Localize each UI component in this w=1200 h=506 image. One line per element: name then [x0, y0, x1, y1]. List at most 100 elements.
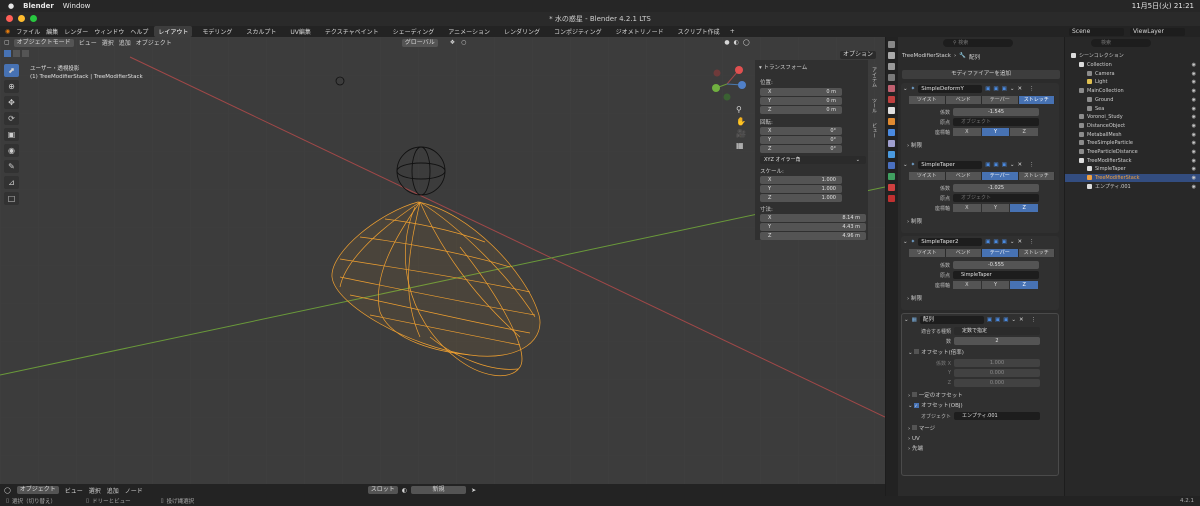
- menu-file[interactable]: ファイル: [16, 27, 40, 36]
- mode-stretch[interactable]: ストレッチ: [1018, 249, 1055, 257]
- scene-selector[interactable]: Scene: [1069, 27, 1124, 36]
- origin-field[interactable]: オブジェクト: [953, 118, 1039, 126]
- viewport-toggle-icon[interactable]: ▣: [995, 317, 1000, 323]
- object-tab-icon[interactable]: [888, 118, 895, 125]
- scale-y-field[interactable]: Y 1.000: [760, 185, 842, 193]
- modifier-menu-icon[interactable]: ⌄: [1010, 162, 1015, 168]
- measure-tool-icon[interactable]: ⊿: [4, 176, 19, 189]
- constraint-tab-icon[interactable]: [888, 162, 895, 169]
- editor-type-icon[interactable]: ▢: [4, 39, 10, 46]
- zoom-icon[interactable]: ⚲: [736, 105, 746, 114]
- viewport-toggle-icon[interactable]: ▣: [993, 239, 998, 245]
- add-modifier-button[interactable]: モディファイアーを追加: [902, 70, 1060, 79]
- mode-twist[interactable]: ツイスト: [909, 249, 946, 257]
- bottom-mode-selector[interactable]: オブジェクト: [16, 486, 59, 494]
- axis-x[interactable]: X: [953, 128, 982, 136]
- visibility-eye-icon[interactable]: ◉: [1192, 61, 1196, 69]
- menu-view[interactable]: ビュー: [79, 38, 97, 47]
- data-tab-icon[interactable]: [888, 173, 895, 180]
- mode-bend[interactable]: ベンド: [945, 96, 982, 104]
- axis-x[interactable]: X: [953, 204, 982, 212]
- material-sphere-icon[interactable]: ◐: [402, 487, 407, 494]
- texture-tab-icon[interactable]: [888, 195, 895, 202]
- drag-handle-icon[interactable]: ⋮: [1029, 239, 1035, 245]
- viewlayer-selector[interactable]: ViewLayer: [1130, 27, 1185, 36]
- restrictions-subpanel[interactable]: › 制限: [901, 294, 1059, 304]
- editor-type-icon-bottom[interactable]: ◯: [4, 487, 11, 494]
- outliner-row[interactable]: SimpleTaper ◉: [1065, 165, 1200, 173]
- visibility-eye-icon[interactable]: ◉: [1192, 139, 1196, 147]
- outliner-row[interactable]: Light ◉: [1065, 78, 1200, 86]
- outliner-row[interactable]: DistanceObject ◉: [1065, 122, 1200, 130]
- rotation-mode-select[interactable]: XYZ オイラー角 ⌄: [760, 156, 866, 164]
- modifier-header[interactable]: ⌄ ✦ SimpleDeformY ▣ ▣ ▣ ⌄ ✕ ⋮: [901, 83, 1059, 94]
- axis-z[interactable]: Z: [1010, 204, 1040, 212]
- annotate-tool-icon[interactable]: ✎: [4, 160, 19, 173]
- location-z-field[interactable]: Z0 m: [760, 106, 842, 114]
- view-layer-tab-icon[interactable]: [888, 74, 895, 81]
- object-offset-checkbox[interactable]: ✓: [914, 403, 920, 408]
- chevron-down-icon[interactable]: ⌄: [903, 239, 908, 245]
- minimize-window-icon[interactable]: [18, 15, 25, 22]
- location-y-field[interactable]: Y0 m: [760, 97, 842, 105]
- relative-factor-y-field[interactable]: 0.000: [954, 369, 1040, 377]
- mode-selector[interactable]: オブジェクトモード: [13, 38, 74, 47]
- select-mode-extend-icon[interactable]: [13, 50, 20, 57]
- tab-layout[interactable]: レイアウト: [154, 26, 193, 37]
- scale-x-field[interactable]: X 1.000: [760, 176, 842, 184]
- object-offset-subpanel[interactable]: ⌄ ✓ オフセット(OBJ): [902, 401, 1058, 411]
- ortho-grid-icon[interactable]: ▦: [736, 141, 746, 150]
- drag-handle-icon[interactable]: ⋮: [1031, 317, 1037, 323]
- outliner-row[interactable]: Camera ◉: [1065, 70, 1200, 78]
- tab-rendering[interactable]: レンダリング: [500, 26, 544, 37]
- 3d-viewport[interactable]: [0, 37, 885, 484]
- edit-mode-icon[interactable]: ▣: [985, 86, 990, 92]
- modifier-menu-icon[interactable]: ⌄: [1010, 86, 1015, 92]
- chevron-down-icon[interactable]: ⌄: [904, 317, 909, 323]
- outliner-search[interactable]: 検索: [1091, 39, 1151, 47]
- relative-offset-subpanel[interactable]: ⌄ オフセット(倍率): [902, 348, 1058, 358]
- edit-mode-icon[interactable]: ▣: [985, 239, 990, 245]
- pan-hand-icon[interactable]: ✋: [736, 117, 746, 126]
- outliner-row[interactable]: エンプティ.001 ◉: [1065, 183, 1200, 191]
- merge-subpanel[interactable]: › マージ: [902, 424, 1058, 434]
- render-toggle-icon[interactable]: ▣: [1003, 317, 1008, 323]
- factor-field[interactable]: -0.555: [953, 261, 1039, 269]
- tool-tab-icon[interactable]: [888, 41, 895, 48]
- sidebar-tab-item[interactable]: アイテム: [871, 64, 877, 90]
- transform-header[interactable]: ▾ トランスフォーム: [759, 63, 807, 71]
- constant-offset-checkbox[interactable]: [911, 392, 917, 397]
- modifier-header[interactable]: ⌄ ✦ SimpleTaper2 ▣ ▣ ▣ ⌄ ✕ ⋮: [901, 236, 1059, 247]
- menu-render[interactable]: レンダー: [64, 27, 88, 36]
- physics-tab-icon[interactable]: [888, 151, 895, 158]
- shading-material-icon[interactable]: ◐: [734, 39, 739, 46]
- bottom-menu-node[interactable]: ノード: [125, 486, 143, 495]
- scale-tool-icon[interactable]: ▣: [4, 128, 19, 141]
- particles-tab-icon[interactable]: [888, 140, 895, 147]
- mode-twist[interactable]: ツイスト: [909, 172, 946, 180]
- edit-mode-icon[interactable]: ▣: [987, 317, 992, 323]
- mode-stretch[interactable]: ストレッチ: [1018, 96, 1055, 104]
- modifier-name-field[interactable]: SimpleTaper2: [918, 237, 983, 246]
- count-field[interactable]: 2: [954, 337, 1040, 345]
- axis-z[interactable]: Z: [1010, 281, 1040, 289]
- fit-type-select[interactable]: 定数で指定: [954, 327, 1040, 335]
- snap-icon[interactable]: ❖: [450, 39, 455, 46]
- caps-subpanel[interactable]: › 先端: [902, 444, 1058, 454]
- mode-bend[interactable]: ベンド: [945, 249, 982, 257]
- apple-icon[interactable]: ●: [8, 2, 14, 10]
- menu-help[interactable]: ヘルプ: [130, 27, 148, 36]
- window-menu[interactable]: Window: [63, 2, 91, 10]
- uv-subpanel[interactable]: › UV: [902, 434, 1058, 444]
- chevron-down-icon[interactable]: ⌄: [903, 162, 908, 168]
- bottom-menu-select[interactable]: 選択: [89, 486, 101, 495]
- delete-modifier-icon[interactable]: ✕: [1017, 162, 1022, 168]
- mode-stretch[interactable]: ストレッチ: [1018, 172, 1055, 180]
- menu-add[interactable]: 追加: [119, 38, 131, 47]
- render-toggle-icon[interactable]: ▣: [1002, 86, 1007, 92]
- outliner-row[interactable]: TreeSimpleParticle ◉: [1065, 139, 1200, 147]
- restrictions-subpanel[interactable]: › 制限: [901, 217, 1059, 227]
- chevron-down-icon[interactable]: ⌄: [903, 86, 908, 92]
- scale-z-field[interactable]: Z 1.000: [760, 194, 842, 202]
- viewport-toggle-icon[interactable]: ▣: [993, 86, 998, 92]
